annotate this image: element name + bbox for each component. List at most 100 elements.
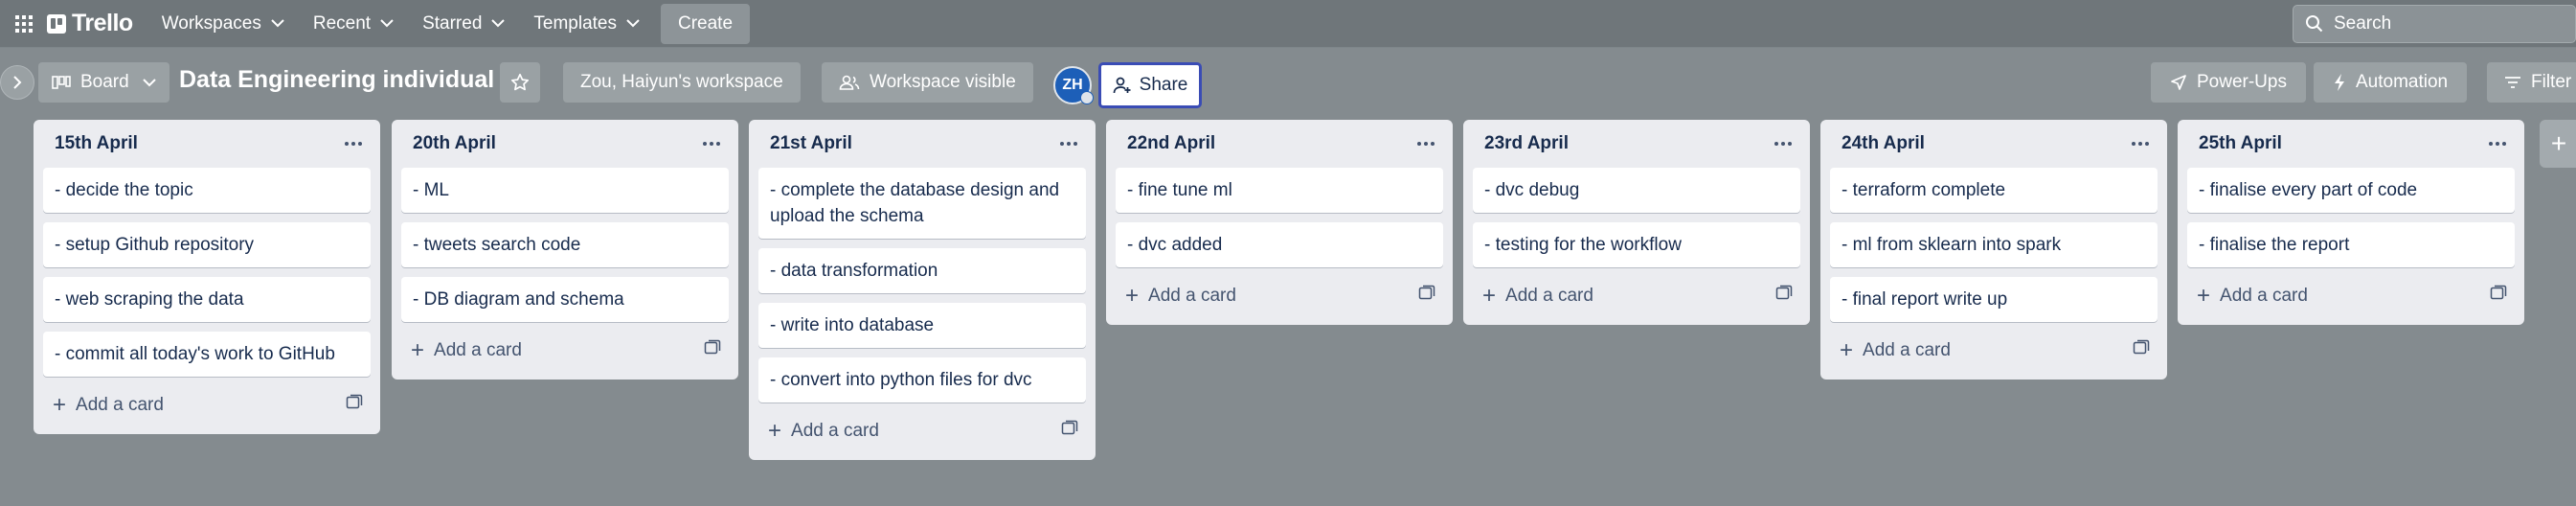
add-card-button[interactable]: + Add a card bbox=[2197, 285, 2308, 308]
more-options-icon[interactable] bbox=[2131, 141, 2150, 147]
card[interactable]: - testing for the workflow bbox=[1473, 222, 1800, 267]
card[interactable]: - tweets search code bbox=[401, 222, 729, 267]
create-from-template-icon[interactable] bbox=[704, 339, 721, 362]
card[interactable]: - setup Github repository bbox=[43, 222, 371, 267]
power-ups-button[interactable]: Power-Ups bbox=[2151, 62, 2306, 103]
app-switcher-icon[interactable] bbox=[12, 12, 35, 35]
card[interactable]: - dvc added bbox=[1116, 222, 1443, 267]
add-person-icon bbox=[1113, 77, 1131, 94]
list-title[interactable]: 21st April bbox=[770, 133, 852, 154]
card[interactable]: - final report write up bbox=[1830, 277, 2158, 322]
more-options-icon[interactable] bbox=[702, 141, 721, 147]
list-header[interactable]: 24th April bbox=[1830, 120, 2158, 168]
nav-recent-label: Recent bbox=[312, 12, 372, 34]
card[interactable]: - write into database bbox=[758, 303, 1086, 348]
nav-workspaces[interactable]: Workspaces bbox=[150, 5, 296, 43]
add-card-label: Add a card bbox=[76, 395, 164, 415]
list-header[interactable]: 25th April bbox=[2187, 120, 2515, 168]
add-card-button[interactable]: + Add a card bbox=[768, 420, 879, 443]
add-card-label: Add a card bbox=[1148, 286, 1236, 306]
nav-starred-label: Starred bbox=[422, 12, 483, 34]
add-card-row: + Add a card bbox=[43, 386, 371, 425]
list-header[interactable]: 22nd April bbox=[1116, 120, 1443, 168]
more-options-icon[interactable] bbox=[1059, 141, 1078, 147]
list-title[interactable]: 22nd April bbox=[1127, 133, 1215, 154]
share-button[interactable]: Share bbox=[1098, 62, 1202, 108]
add-card-label: Add a card bbox=[2220, 286, 2308, 306]
list-header[interactable]: 21st April bbox=[758, 120, 1086, 168]
list-title[interactable]: 20th April bbox=[413, 133, 496, 154]
card[interactable]: - data transformation bbox=[758, 248, 1086, 293]
card[interactable]: - complete the database design and uploa… bbox=[758, 168, 1086, 239]
card[interactable]: - dvc debug bbox=[1473, 168, 1800, 213]
search-input[interactable]: Search bbox=[2293, 5, 2576, 43]
create-from-template-icon[interactable] bbox=[2133, 339, 2150, 362]
card[interactable]: - fine tune ml bbox=[1116, 168, 1443, 213]
board-view-switcher[interactable]: Board bbox=[38, 62, 169, 103]
list-5: 23rd April - dvc debug - testing for the w… bbox=[1463, 120, 1810, 325]
search-placeholder: Search bbox=[2334, 13, 2392, 34]
list-title[interactable]: 25th April bbox=[2199, 133, 2282, 154]
card[interactable]: - finalise every part of code bbox=[2187, 168, 2515, 213]
chevron-down-icon bbox=[380, 19, 394, 28]
nav-recent[interactable]: Recent bbox=[302, 5, 405, 43]
plus-icon: + bbox=[53, 392, 67, 418]
plus-icon: + bbox=[1840, 337, 1854, 363]
star-board-button[interactable] bbox=[500, 62, 540, 103]
card[interactable]: - DB diagram and schema bbox=[401, 277, 729, 322]
avatar-initials: ZH bbox=[1062, 77, 1083, 93]
workspace-button[interactable]: Zou, Haiyun's workspace bbox=[563, 62, 801, 103]
list-header[interactable]: 23rd April bbox=[1473, 120, 1800, 168]
create-from-template-icon[interactable] bbox=[2490, 285, 2507, 308]
logo-text: Trello bbox=[72, 10, 133, 36]
card[interactable]: - decide the topic bbox=[43, 168, 371, 213]
create-button[interactable]: Create bbox=[661, 3, 751, 44]
add-card-button[interactable]: + Add a card bbox=[53, 394, 164, 417]
list-header[interactable]: 15th April bbox=[43, 120, 371, 168]
card[interactable]: - commit all today's work to GitHub bbox=[43, 332, 371, 377]
more-options-icon[interactable] bbox=[1416, 141, 1435, 147]
more-options-icon[interactable] bbox=[2488, 141, 2507, 147]
list-4: 22nd April - fine tune ml - dvc added + Add … bbox=[1106, 120, 1453, 325]
create-from-template-icon[interactable] bbox=[346, 394, 363, 417]
visibility-label: Workspace visible bbox=[870, 72, 1016, 92]
nav-templates[interactable]: Templates bbox=[522, 5, 651, 43]
create-from-template-icon[interactable] bbox=[1061, 420, 1078, 443]
list-title[interactable]: 24th April bbox=[1842, 133, 1925, 154]
add-list-button[interactable]: + bbox=[2540, 120, 2576, 168]
card[interactable]: - ml from sklearn into spark bbox=[1830, 222, 2158, 267]
more-options-icon[interactable] bbox=[344, 141, 363, 147]
list-6: 24th April - terraform complete - ml from … bbox=[1820, 120, 2167, 380]
board-title[interactable]: Data Engineering individual bbox=[179, 66, 494, 94]
card[interactable]: - ML bbox=[401, 168, 729, 213]
list-3: 21st April - complete the database design… bbox=[749, 120, 1096, 460]
create-from-template-icon[interactable] bbox=[1418, 285, 1435, 308]
add-card-button[interactable]: + Add a card bbox=[1840, 339, 1951, 362]
nav-starred[interactable]: Starred bbox=[411, 5, 516, 43]
list-header[interactable]: 20th April bbox=[401, 120, 729, 168]
plus-icon: + bbox=[2197, 283, 2211, 309]
card[interactable]: - web scraping the data bbox=[43, 277, 371, 322]
card[interactable]: - finalise the report bbox=[2187, 222, 2515, 267]
more-options-icon[interactable] bbox=[1774, 141, 1793, 147]
visibility-button[interactable]: Workspace visible bbox=[822, 62, 1033, 103]
board-view-icon bbox=[52, 76, 71, 89]
filter-button[interactable]: Filter bbox=[2487, 62, 2576, 103]
add-card-button[interactable]: + Add a card bbox=[1125, 285, 1236, 308]
card[interactable]: - convert into python files for dvc bbox=[758, 357, 1086, 402]
avatar[interactable]: ZH bbox=[1053, 66, 1094, 104]
list-2: 20th April - ML - tweets search code - DB d… bbox=[392, 120, 738, 380]
add-card-button[interactable]: + Add a card bbox=[411, 339, 522, 362]
plus-icon: + bbox=[1482, 283, 1497, 309]
list-title[interactable]: 23rd April bbox=[1484, 133, 1569, 154]
add-card-button[interactable]: + Add a card bbox=[1482, 285, 1593, 308]
share-label: Share bbox=[1139, 75, 1188, 95]
automation-button[interactable]: Automation bbox=[2314, 62, 2468, 103]
expand-sidebar-button[interactable] bbox=[0, 65, 34, 100]
list-title[interactable]: 15th April bbox=[55, 133, 138, 154]
plus-icon: + bbox=[1125, 283, 1140, 309]
plus-icon: + bbox=[411, 337, 425, 363]
trello-logo[interactable]: Trello bbox=[47, 10, 133, 37]
card[interactable]: - terraform complete bbox=[1830, 168, 2158, 213]
create-from-template-icon[interactable] bbox=[1775, 285, 1793, 308]
